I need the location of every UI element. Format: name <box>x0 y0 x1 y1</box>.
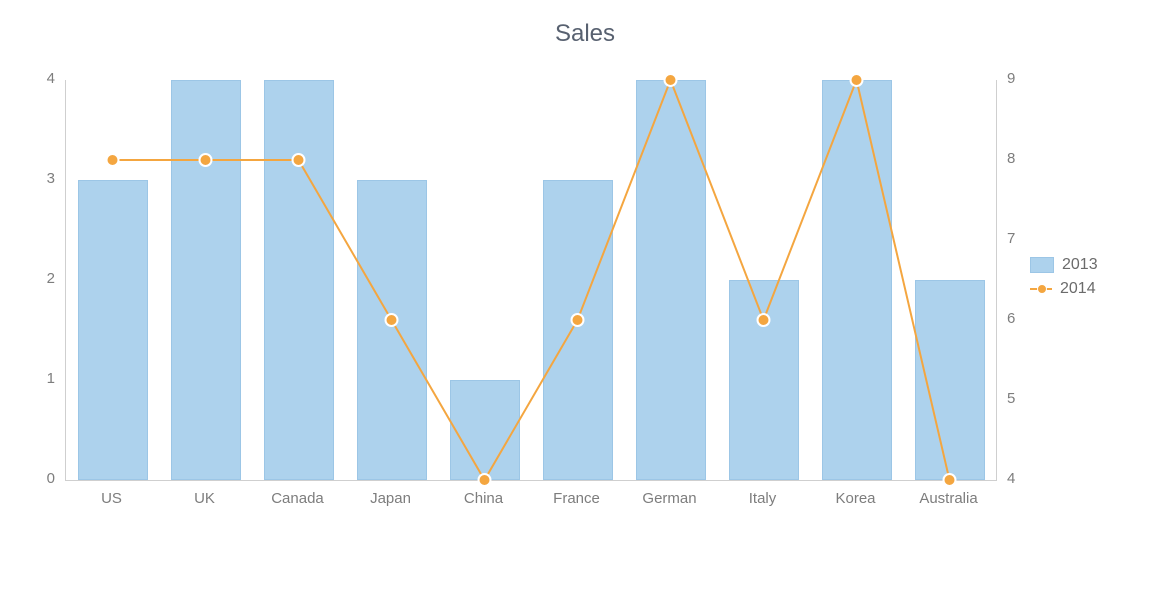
chart-title: Sales <box>0 20 1170 48</box>
left-tick-label: 3 <box>47 170 55 187</box>
plot-area <box>65 80 997 481</box>
sales-chart: Sales 0 1 2 3 4 4 5 6 7 8 9 US UK Canada Japan China F… <box>0 0 1170 600</box>
legend: 2013 2014 <box>1030 250 1098 304</box>
x-tick-label: Australia <box>919 490 977 507</box>
x-tick-label: Korea <box>835 490 875 507</box>
marker-korea[interactable] <box>851 74 863 86</box>
right-tick-label: 4 <box>1007 470 1015 487</box>
line-series-2014 <box>113 80 950 480</box>
legend-label: 2014 <box>1060 280 1096 298</box>
right-tick-label: 8 <box>1007 150 1015 167</box>
marker-us[interactable] <box>107 154 119 166</box>
right-tick-label: 7 <box>1007 230 1015 247</box>
marker-france[interactable] <box>572 314 584 326</box>
marker-canada[interactable] <box>293 154 305 166</box>
marker-australia[interactable] <box>944 474 956 486</box>
marker-china[interactable] <box>479 474 491 486</box>
x-tick-label: German <box>642 490 696 507</box>
right-tick-label: 9 <box>1007 70 1015 87</box>
x-tick-label: US <box>101 490 122 507</box>
x-tick-label: Japan <box>370 490 411 507</box>
x-tick-label: France <box>553 490 600 507</box>
left-tick-label: 0 <box>47 470 55 487</box>
legend-label: 2013 <box>1062 256 1098 274</box>
marker-italy[interactable] <box>758 314 770 326</box>
left-tick-label: 1 <box>47 370 55 387</box>
marker-japan[interactable] <box>386 314 398 326</box>
right-tick-label: 5 <box>1007 390 1015 407</box>
legend-item-2014[interactable]: 2014 <box>1030 280 1098 298</box>
x-tick-label: UK <box>194 490 215 507</box>
left-tick-label: 4 <box>47 70 55 87</box>
line-series-layer <box>66 80 996 480</box>
x-tick-label: China <box>464 490 503 507</box>
left-tick-label: 2 <box>47 270 55 287</box>
marker-uk[interactable] <box>200 154 212 166</box>
bar-swatch-icon <box>1030 257 1054 273</box>
legend-item-2013[interactable]: 2013 <box>1030 256 1098 274</box>
right-tick-label: 6 <box>1007 310 1015 327</box>
x-tick-label: Canada <box>271 490 324 507</box>
marker-german[interactable] <box>665 74 677 86</box>
x-tick-label: Italy <box>749 490 777 507</box>
